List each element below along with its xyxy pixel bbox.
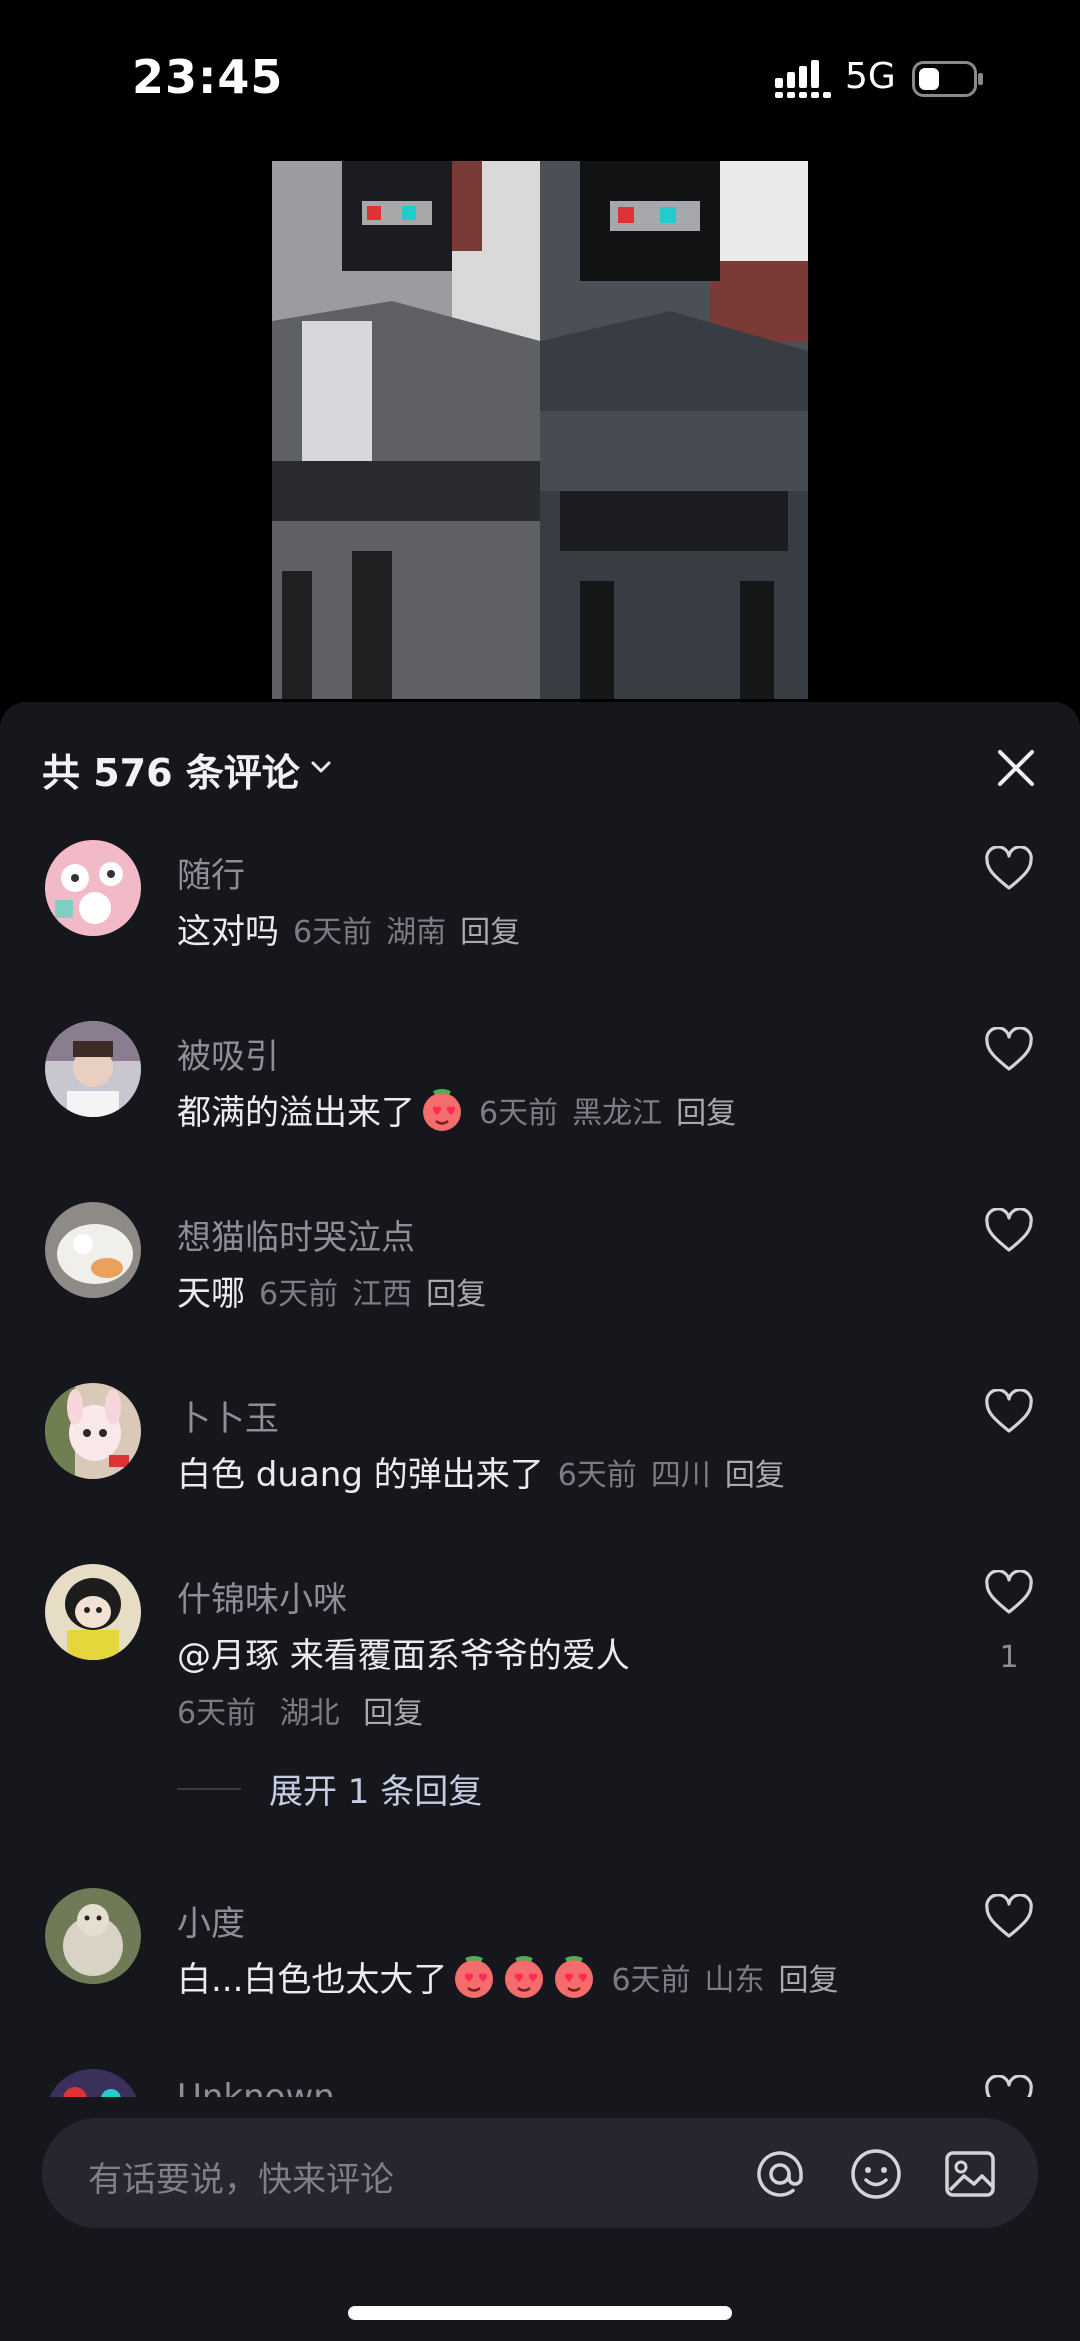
video-frame-right (540, 161, 808, 699)
comment-list[interactable]: 随行 这对吗 6天前 湖南 回复 被吸引 都满的溢出来了 6天前 黑龙江 回复 … (0, 832, 1080, 2097)
expand-replies[interactable]: 展开 1 条回复 (177, 1764, 482, 1813)
comment-location: 湖北 (279, 1696, 340, 1731)
comment-username[interactable]: 随行 (177, 848, 245, 897)
reply-button[interactable]: 回复 (676, 1088, 736, 1132)
screen: 23:45 5G 共 576 条评论 随行 这对吗 6天前 湖南 回复 被吸引 … (0, 0, 1080, 2341)
avatar[interactable] (45, 1202, 141, 1298)
comment-meta: 6天前 湖北 回复 (177, 1688, 423, 1732)
heart-icon[interactable] (984, 1208, 1034, 1254)
comment-item: 被吸引 都满的溢出来了 6天前 黑龙江 回复 (0, 1021, 1080, 1191)
network-type: 5G (845, 56, 896, 97)
divider (177, 1787, 241, 1790)
heart-eyes-emoji-icon (455, 1955, 494, 1998)
comment-location: 湖南 (386, 914, 447, 950)
comment-item: Unknown (0, 2069, 1080, 2097)
comment-username[interactable]: 小度 (177, 1896, 245, 1945)
video-frame-left (272, 161, 540, 699)
comment-username[interactable]: 卜卜玉 (177, 1391, 279, 1440)
status-bar: 23:45 5G (0, 0, 1080, 150)
at-mention-icon[interactable] (752, 2146, 808, 2202)
comment-username[interactable]: Unknown (177, 2077, 335, 2097)
comment-time: 6天前 (611, 1962, 691, 1998)
avatar[interactable] (45, 1021, 141, 1117)
comment-text: 白...白色也太大了 (177, 1960, 448, 2000)
comment-sheet: 共 576 条评论 随行 这对吗 6天前 湖南 回复 被吸引 都满的溢出来了 6… (0, 702, 1080, 2341)
comment-username[interactable]: 想猫临时哭泣点 (177, 1210, 415, 1259)
heart-icon[interactable] (984, 1389, 1034, 1435)
comment-count[interactable]: 共 576 条评论 (42, 742, 300, 797)
comment-time: 6天前 (293, 914, 373, 950)
comment-time: 6天前 (259, 1276, 339, 1312)
reply-button[interactable]: 回复 (779, 1955, 839, 1999)
comment-item: 卜卜玉 白色 duang 的弹出来了 6天前 四川 回复 (0, 1383, 1080, 1553)
comment-body: 天哪 6天前 江西 回复 (177, 1266, 486, 1315)
chevron-down-icon[interactable] (308, 754, 334, 780)
avatar[interactable] (45, 1888, 141, 1984)
heart-eyes-emoji-icon (555, 1955, 594, 1998)
signal-icon (775, 60, 831, 98)
comment-text: @月琢 来看覆面系爷爷的爱人 (177, 1636, 630, 1676)
reply-button[interactable]: 回复 (725, 1450, 785, 1494)
video-preview[interactable] (272, 161, 808, 699)
comment-location: 黑龙江 (572, 1095, 663, 1131)
home-indicator[interactable] (348, 2306, 732, 2320)
comment-body: @月琢 来看覆面系爷爷的爱人 (177, 1628, 630, 1677)
heart-icon[interactable] (984, 1027, 1034, 1073)
like-count: 1 (999, 1640, 1019, 1675)
heart-icon[interactable] (984, 2075, 1034, 2097)
heart-icon[interactable] (984, 1570, 1034, 1616)
comment-username[interactable]: 什锦味小咪 (177, 1572, 347, 1621)
emoji-icon[interactable] (848, 2146, 904, 2202)
expand-replies-label[interactable]: 展开 1 条回复 (269, 1764, 482, 1813)
reply-button[interactable]: 回复 (426, 1269, 486, 1313)
comment-location: 四川 (650, 1457, 711, 1493)
comment-item: 随行 这对吗 6天前 湖南 回复 (0, 840, 1080, 1010)
reply-button[interactable]: 回复 (460, 907, 520, 951)
heart-icon[interactable] (984, 1894, 1034, 1940)
comment-location: 山东 (704, 1962, 765, 1998)
battery-icon (912, 61, 983, 97)
comment-time: 6天前 (479, 1095, 559, 1131)
close-icon[interactable] (990, 742, 1042, 794)
avatar[interactable] (45, 1564, 141, 1660)
comment-item: 什锦味小咪 @月琢 来看覆面系爷爷的爱人 6天前 湖北 回复 1 展开 1 条回… (0, 1564, 1080, 1854)
reply-button[interactable]: 回复 (363, 1696, 423, 1731)
comment-text: 白色 duang 的弹出来了 (177, 1455, 544, 1495)
comment-text: 这对吗 (177, 912, 279, 952)
comment-text: 天哪 (177, 1274, 245, 1314)
comment-input[interactable]: 有话要说，快来评论 (88, 2152, 394, 2201)
avatar[interactable] (45, 840, 141, 936)
comment-username[interactable]: 被吸引 (177, 1029, 279, 1078)
avatar[interactable] (45, 1383, 141, 1479)
sheet-header: 共 576 条评论 (0, 702, 1080, 832)
status-time: 23:45 (132, 50, 284, 104)
comment-input-bar[interactable]: 有话要说，快来评论 (42, 2118, 1038, 2228)
image-icon[interactable] (942, 2146, 998, 2202)
heart-eyes-emoji-icon (505, 1955, 544, 1998)
comment-body: 白色 duang 的弹出来了 6天前 四川 回复 (177, 1447, 785, 1496)
comment-time: 6天前 (177, 1696, 257, 1731)
comment-body: 这对吗 6天前 湖南 回复 (177, 904, 520, 953)
comment-item: 想猫临时哭泣点 天哪 6天前 江西 回复 (0, 1202, 1080, 1372)
comment-text: 都满的溢出来了 (177, 1093, 415, 1133)
comment-body: 都满的溢出来了 6天前 黑龙江 回复 (177, 1085, 736, 1134)
heart-icon[interactable] (984, 846, 1034, 892)
avatar[interactable] (45, 2069, 141, 2097)
comment-time: 6天前 (557, 1457, 637, 1493)
comment-body: 白...白色也太大了 6天前 山东 回复 (177, 1952, 839, 2001)
comment-item: 小度 白...白色也太大了 6天前 山东 回复 (0, 1888, 1080, 2058)
heart-eyes-emoji-icon (423, 1088, 461, 1131)
comment-location: 江西 (352, 1276, 413, 1312)
